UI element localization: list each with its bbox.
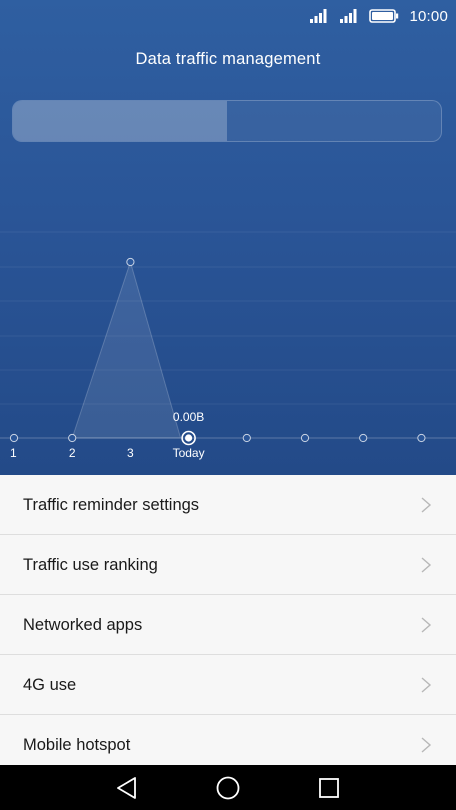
- recents-icon[interactable]: [316, 775, 342, 801]
- chart-peak-area: [71, 260, 182, 439]
- chevron-right-icon: [421, 677, 432, 693]
- navigation-bar: [0, 765, 456, 810]
- daily-traffic-chart: 1 2 3 Today 0.00B: [0, 231, 456, 460]
- chart-point: [9, 433, 19, 443]
- menu-item-label: Traffic use ranking: [23, 556, 158, 574]
- traffic-header-panel: 10:00 Data traffic management 1 2 3 Today 0.…: [0, 0, 456, 475]
- chevron-right-icon: [421, 617, 432, 633]
- chart-x-tick-label: 3: [127, 446, 134, 460]
- home-icon[interactable]: [215, 775, 241, 801]
- chart-point: [126, 257, 135, 267]
- chevron-right-icon: [421, 737, 432, 753]
- chart-point: [300, 433, 310, 443]
- chart-point: [68, 433, 77, 443]
- menu-item-traffic-use-ranking[interactable]: Traffic use ranking: [0, 535, 456, 595]
- chart-point-selected-dot: [185, 434, 193, 442]
- chart-point: [359, 433, 368, 443]
- menu-item-label: Traffic reminder settings: [23, 496, 200, 514]
- menu-item-4g-use[interactable]: 4G use: [0, 655, 456, 715]
- traffic-settings-list: Traffic reminder settings Traffic use ra…: [0, 475, 456, 775]
- menu-item-label: 4G use: [23, 676, 77, 694]
- chart-x-tick-label: Today: [173, 446, 205, 460]
- back-icon[interactable]: [114, 775, 140, 801]
- chart-x-tick-label: 2: [69, 446, 76, 460]
- chart-point: [242, 433, 251, 443]
- screen: 10:00 Data traffic management 1 2 3 Today 0.…: [0, 0, 456, 810]
- chart-selected-value-label: 0.00B: [173, 410, 204, 424]
- menu-item-label: Networked apps: [23, 616, 143, 634]
- chevron-right-icon: [421, 557, 432, 573]
- chart-point: [417, 433, 426, 443]
- menu-item-traffic-reminder-settings[interactable]: Traffic reminder settings: [0, 475, 456, 535]
- chart-x-tick-label: 1: [10, 446, 17, 460]
- menu-item-networked-apps[interactable]: Networked apps: [0, 595, 456, 655]
- chevron-right-icon: [421, 497, 432, 513]
